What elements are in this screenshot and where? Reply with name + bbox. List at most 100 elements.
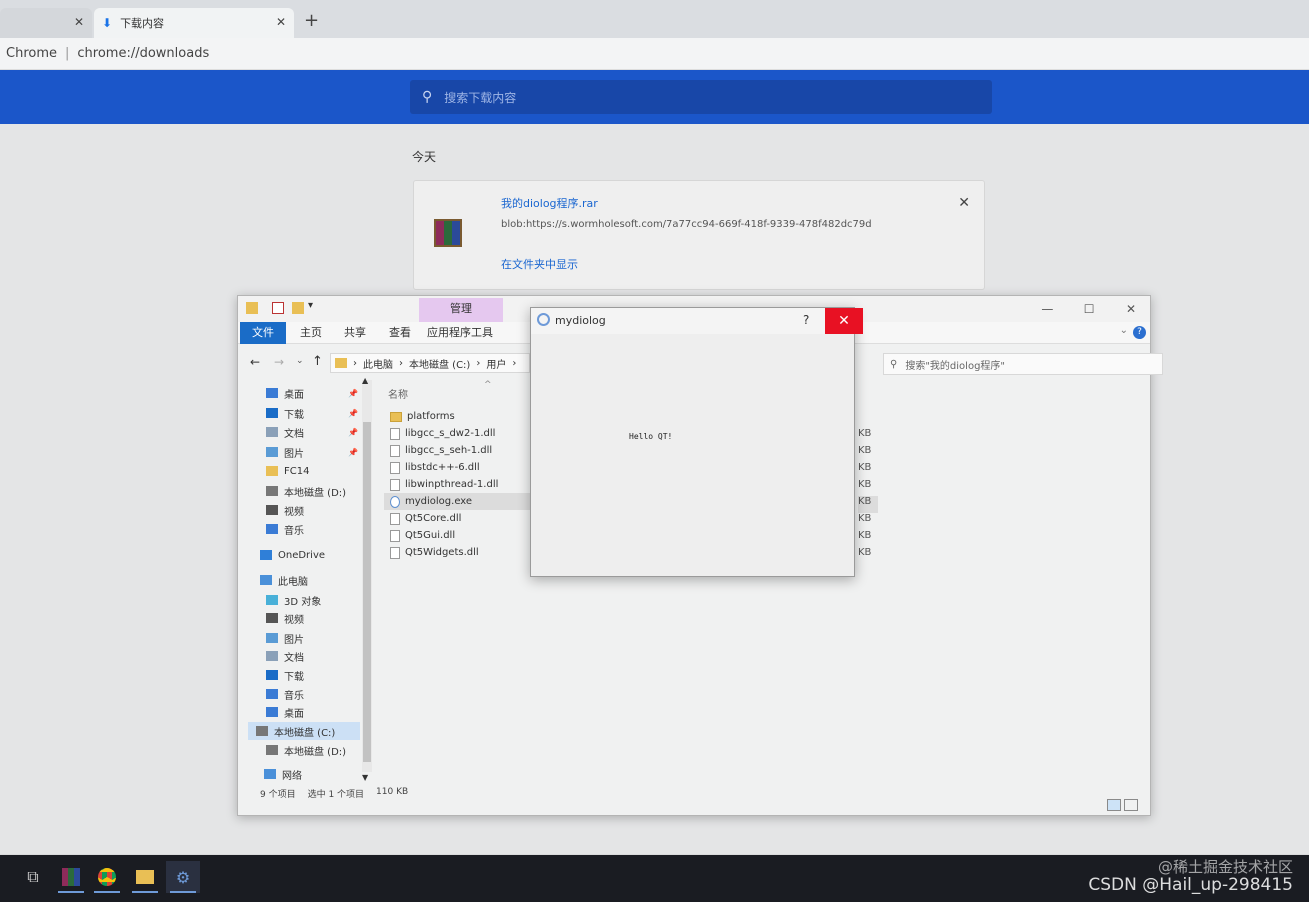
tab-app-tools[interactable]: 应用程序工具	[424, 322, 496, 344]
url-text[interactable]: chrome://downloads	[77, 46, 209, 61]
breadcrumb[interactable]: › 此电脑 › 本地磁盘 (C:) › 用户 ›	[330, 353, 530, 373]
nav-item[interactable]: 3D 对象	[248, 591, 360, 609]
file-row[interactable]: Qt5Widgets.dll	[384, 544, 530, 561]
nav-item-icon	[266, 651, 278, 661]
qt-app-icon	[537, 313, 550, 326]
nav-item-icon	[266, 388, 278, 398]
nav-item[interactable]: 文档 📌	[248, 423, 360, 441]
tab-file[interactable]: 文件	[240, 322, 286, 344]
column-header-name[interactable]: 名称	[388, 386, 408, 401]
nav-item[interactable]: 网络	[248, 765, 360, 783]
remove-download-close-icon[interactable]: ✕	[958, 195, 970, 211]
dialog-help-button[interactable]: ?	[803, 313, 809, 327]
large-icons-view-icon[interactable]	[1124, 799, 1138, 811]
nav-item[interactable]: 音乐	[248, 520, 360, 538]
watermark-line2: CSDN @Hail_up-298415	[1088, 875, 1293, 895]
details-view-icon[interactable]	[1107, 799, 1121, 811]
dll-file-icon	[390, 529, 400, 542]
tab-previous[interactable]: ✕	[0, 8, 92, 38]
nav-item-icon	[266, 408, 278, 418]
file-row[interactable]: libgcc_s_seh-1.dll	[384, 442, 530, 459]
task-view-icon[interactable]: ⧉	[16, 861, 50, 893]
dialog-close-button[interactable]: ✕	[825, 308, 863, 334]
nav-item[interactable]: 桌面 📌	[248, 384, 360, 402]
file-row[interactable]: mydiolog.exe	[384, 493, 530, 510]
download-file-url: blob:https://s.wormholesoft.com/7a77cc94…	[501, 219, 872, 230]
download-icon: ⬇	[102, 16, 113, 30]
breadcrumb-item[interactable]: 用户	[486, 356, 506, 371]
nav-item[interactable]: 下载 📌	[248, 404, 360, 422]
nav-item[interactable]: 视频	[248, 609, 360, 627]
download-file-name-link[interactable]: 我的diolog程序.rar	[501, 195, 598, 211]
nav-item[interactable]: 此电脑	[248, 571, 360, 589]
file-row[interactable]: libstdc++-6.dll	[384, 459, 530, 476]
address-bar[interactable]: Chrome | chrome://downloads	[0, 38, 1309, 70]
show-in-folder-link[interactable]: 在文件夹中显示	[501, 256, 578, 272]
up-arrow-icon[interactable]: ↑	[312, 354, 323, 369]
file-row[interactable]: Qt5Core.dll	[384, 510, 530, 527]
minimize-button[interactable]: —	[1028, 296, 1066, 322]
downloads-search-input[interactable]: ⚲ 搜索下载内容	[410, 80, 992, 114]
file-row[interactable]: Qt5Gui.dll	[384, 527, 530, 544]
quick-access-dropdown-icon[interactable]: ▾	[308, 300, 313, 311]
nav-item[interactable]: 音乐	[248, 685, 360, 703]
nav-item[interactable]: 下载	[248, 666, 360, 684]
file-row[interactable]: libwinpthread-1.dll	[384, 476, 530, 493]
explorer-search-input[interactable]: ⚲ 搜索"我的diolog程序"	[883, 353, 1163, 375]
dll-file-icon	[390, 444, 400, 457]
properties-icon[interactable]	[272, 302, 284, 314]
back-arrow-icon[interactable]: ←	[250, 355, 260, 369]
nav-item[interactable]: OneDrive	[248, 546, 360, 564]
chrome-taskbar-icon[interactable]	[90, 861, 124, 893]
tab-view[interactable]: 查看	[380, 322, 420, 344]
file-row[interactable]: platforms	[384, 408, 530, 425]
close-button[interactable]: ✕	[1112, 296, 1150, 322]
nav-item[interactable]: 图片	[248, 629, 360, 647]
file-row[interactable]: libgcc_s_dw2-1.dll	[384, 425, 530, 442]
status-bar: 9 个项目 选中 1 个项目 110 KB	[260, 787, 408, 800]
nav-item[interactable]: 本地磁盘 (D:)	[248, 482, 360, 500]
breadcrumb-sep-icon: ›	[399, 357, 403, 369]
file-name: Qt5Core.dll	[405, 513, 462, 524]
tab-downloads[interactable]: ⬇ 下载内容 ✕	[94, 8, 294, 38]
nav-item-icon	[266, 670, 278, 680]
nav-item[interactable]: 视频	[248, 501, 360, 519]
explorer-taskbar-icon[interactable]	[128, 861, 162, 893]
nav-item[interactable]: 本地磁盘 (C:)	[248, 722, 360, 740]
new-tab-button[interactable]: +	[304, 10, 319, 31]
nav-item-label: FC14	[284, 465, 310, 477]
nav-item[interactable]: 文档	[248, 647, 360, 665]
recent-locations-icon[interactable]: ⌄	[296, 356, 304, 366]
forward-arrow-icon[interactable]: →	[274, 355, 284, 369]
nav-pane-scrollbar[interactable]: ▲ ▼	[362, 376, 372, 782]
nav-item[interactable]: 本地磁盘 (D:)	[248, 741, 360, 759]
scroll-down-icon[interactable]: ▼	[362, 773, 368, 782]
maximize-button[interactable]: ☐	[1070, 296, 1108, 322]
nav-item[interactable]: 图片 📌	[248, 443, 360, 461]
nav-item-icon	[260, 575, 272, 585]
chevron-down-icon[interactable]: ⌄	[1120, 325, 1128, 336]
file-size: KB	[858, 496, 878, 513]
nav-item-icon	[260, 550, 272, 560]
help-icon[interactable]: ?	[1133, 326, 1146, 339]
tab-close-icon[interactable]: ✕	[276, 15, 286, 29]
nav-item-icon	[266, 447, 278, 457]
breadcrumb-item[interactable]: 此电脑	[363, 356, 393, 371]
tab-home[interactable]: 主页	[292, 322, 330, 344]
nav-item-icon	[266, 707, 278, 717]
nav-item-label: 桌面	[284, 389, 304, 401]
tab-share[interactable]: 共享	[336, 322, 374, 344]
nav-item[interactable]: 桌面	[248, 703, 360, 721]
nav-item-icon	[266, 633, 278, 643]
new-folder-icon[interactable]	[292, 302, 304, 314]
status-size: 110 KB	[376, 787, 409, 797]
scroll-up-icon[interactable]: ▲	[362, 376, 368, 385]
mydiolog-taskbar-icon[interactable]: ⚙	[166, 861, 200, 893]
nav-item[interactable]: FC14	[248, 462, 360, 480]
manage-tab[interactable]: 管理	[419, 298, 503, 322]
hello-label: Hello QT!	[629, 432, 673, 441]
scrollbar-thumb[interactable]	[363, 422, 371, 762]
breadcrumb-item[interactable]: 本地磁盘 (C:)	[409, 356, 470, 371]
tab-close-icon[interactable]: ✕	[74, 15, 84, 29]
winrar-taskbar-icon[interactable]	[54, 861, 88, 893]
